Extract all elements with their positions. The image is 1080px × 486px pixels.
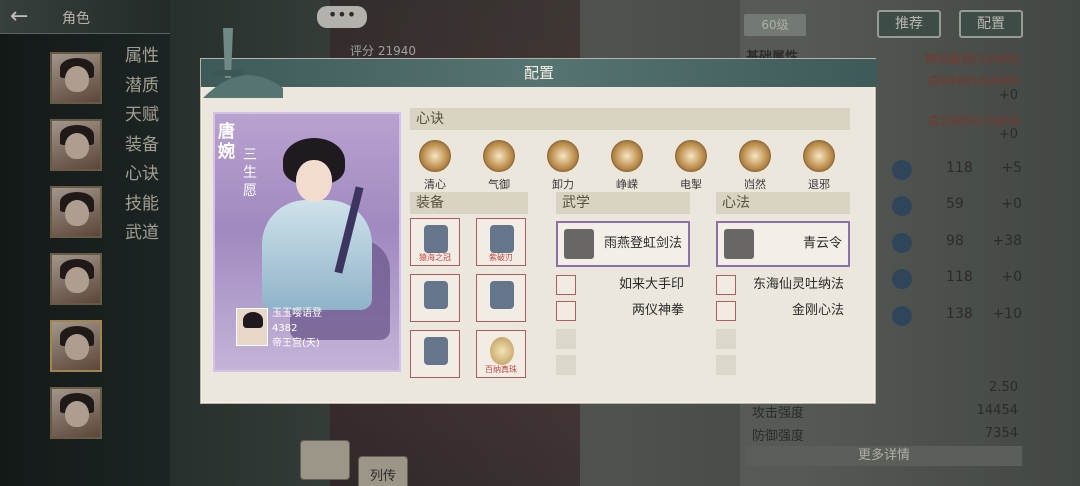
- xinfa-main-label: 青云令: [802, 236, 842, 251]
- skill-icon: [803, 140, 835, 172]
- character-name: 唐婉: [218, 122, 235, 162]
- equipment-icon: [424, 281, 448, 309]
- skill-label: 卸力: [552, 178, 574, 191]
- equipment-icon: [490, 225, 514, 253]
- xinfa-item-label: 金刚心法: [791, 303, 844, 318]
- skill-label: 电掣: [680, 178, 702, 191]
- equipment-icon: [424, 337, 448, 365]
- xinfa-item[interactable]: 东海仙灵吐纳法: [716, 275, 844, 295]
- meditation-icon: [724, 229, 754, 259]
- xinfa-main-slot[interactable]: 青云令: [716, 221, 850, 267]
- owner-id: 4382: [272, 323, 298, 334]
- xinjue-skill[interactable]: 岿然: [727, 140, 783, 192]
- skill-icon: [739, 140, 771, 172]
- wuxue-main-label: 雨燕登虹剑法: [603, 236, 682, 251]
- xinjue-section-bar: 心诀: [410, 108, 850, 130]
- equipment-label: 猿海之冠: [419, 253, 451, 262]
- dialog-title: 配置: [523, 64, 554, 82]
- wuxue-item[interactable]: 两仪神拳: [556, 301, 684, 321]
- skill-label: 清心: [424, 178, 446, 191]
- xinfa-section-bar: 心法: [716, 192, 850, 214]
- wuxue-main-slot[interactable]: 雨燕登虹剑法: [556, 221, 690, 267]
- equipment-icon: [490, 281, 514, 309]
- empty-slot[interactable]: [556, 355, 576, 375]
- equipment-slot[interactable]: 紫破刃: [476, 218, 526, 266]
- skill-icon: [419, 140, 451, 172]
- xinfa-item[interactable]: 金刚心法: [716, 301, 844, 321]
- owner-avatar-hair: [243, 312, 263, 328]
- martial-art-icon: [556, 301, 576, 321]
- martial-art-icon: [564, 229, 594, 259]
- xinjue-skill[interactable]: 电掣: [663, 140, 719, 192]
- owner-name: 玉玉嘤语登: [272, 308, 322, 319]
- equipment-label: 百纳真珠: [485, 365, 517, 374]
- skill-icon: [547, 140, 579, 172]
- wuxue-item-label: 如来大手印: [618, 277, 684, 292]
- owner-server: 帝王宫(天): [272, 338, 320, 349]
- skill-label: 退邪: [808, 178, 830, 191]
- portrait-face: [296, 160, 332, 202]
- martial-art-icon: [556, 275, 576, 295]
- equipment-slot[interactable]: 猿海之冠: [410, 218, 460, 266]
- skill-label: 岿然: [744, 178, 766, 191]
- empty-slot[interactable]: [556, 329, 576, 349]
- character-subtitle: 三生愿: [243, 147, 257, 199]
- equipment-slot[interactable]: [476, 274, 526, 322]
- skill-label: 气御: [488, 178, 510, 191]
- xinjue-skill[interactable]: 卸力: [535, 140, 591, 192]
- skill-icon: [675, 140, 707, 172]
- empty-slot[interactable]: [716, 355, 736, 375]
- skill-icon: [611, 140, 643, 172]
- skill-icon: [483, 140, 515, 172]
- xinjue-skill[interactable]: 气御: [471, 140, 527, 192]
- equipment-section-bar: 装备: [410, 192, 528, 214]
- equipment-icon: [490, 337, 514, 365]
- wuxue-section-bar: 武学: [556, 192, 690, 214]
- inner-art-icon: [716, 275, 736, 295]
- xinjue-skill[interactable]: 退邪: [791, 140, 847, 192]
- wuxue-item-label: 两仪神拳: [631, 303, 684, 318]
- equipment-slot[interactable]: 百纳真珠: [476, 330, 526, 378]
- equipment-icon: [424, 225, 448, 253]
- equipment-slot[interactable]: [410, 274, 460, 322]
- empty-slot[interactable]: [716, 329, 736, 349]
- owner-info: 玉玉嘤语登 4382 帝王宫(天): [272, 306, 322, 351]
- wuxue-item[interactable]: 如来大手印: [556, 275, 684, 295]
- xinfa-item-label: 东海仙灵吐纳法: [752, 277, 844, 292]
- owner-avatar: [236, 308, 268, 346]
- equipment-slot[interactable]: [410, 330, 460, 378]
- equipment-label: 紫破刃: [489, 253, 513, 262]
- xinjue-skill[interactable]: 峥嵘: [599, 140, 655, 192]
- sword-decoration-icon: [203, 28, 283, 98]
- xinjue-skill[interactable]: 清心: [407, 140, 463, 192]
- skill-label: 峥嵘: [616, 178, 638, 191]
- inner-art-icon: [716, 301, 736, 321]
